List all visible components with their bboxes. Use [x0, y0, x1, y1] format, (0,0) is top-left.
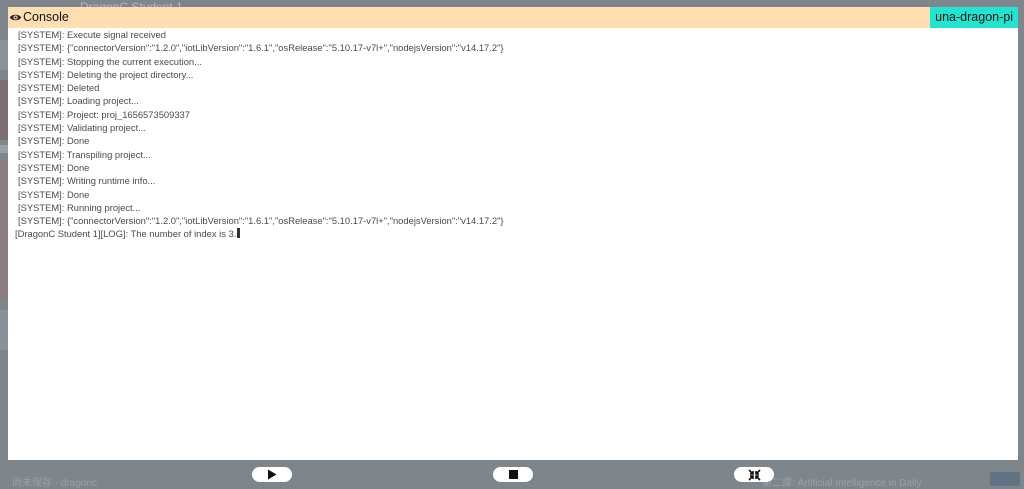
shrink-icon	[747, 468, 761, 481]
log-line-text: [DragonC Student 1][LOG]: The number of …	[15, 228, 237, 240]
stop-icon	[508, 470, 518, 479]
log-line: [SYSTEM]: Deleting the project directory…	[18, 68, 194, 80]
console-log[interactable]: [SYSTEM]: Execute signal received [SYSTE…	[8, 28, 1018, 460]
run-button[interactable]	[252, 467, 292, 482]
log-line: [SYSTEM]: Done	[18, 161, 90, 173]
log-line: [SYSTEM]: {"connectorVersion":"1.2.0","i…	[18, 42, 504, 54]
control-bar: 尚未保存 · dragonc 第二課: Artificial Intellige…	[0, 460, 1024, 489]
console-header: Console una-dragon-pi	[8, 7, 1018, 28]
stop-button[interactable]	[493, 467, 533, 482]
footer-left-text: 尚未保存 · dragonc	[12, 478, 98, 489]
log-line: [SYSTEM]: Done	[18, 188, 90, 200]
corner-widget	[990, 472, 1020, 486]
log-line: [SYSTEM]: Validating project...	[18, 122, 147, 134]
footer-right-text: 第二課: Artificial Intelligence in Daily	[762, 478, 922, 489]
device-badge[interactable]: una-dragon-pi	[930, 7, 1018, 28]
minimize-console-button[interactable]	[734, 467, 774, 482]
log-line: [SYSTEM]: Deleted	[18, 82, 100, 94]
log-line: [SYSTEM]: Writing runtime info...	[18, 175, 156, 187]
log-line: [SYSTEM]: Execute signal received	[18, 29, 166, 40]
log-line: [SYSTEM]: Running project...	[18, 201, 141, 213]
log-line-user: [DragonC Student 1][LOG]: The number of …	[8, 227, 1018, 240]
log-line: [SYSTEM]: Transpiling project...	[18, 148, 151, 160]
console-dialog: Console una-dragon-pi [SYSTEM]: Execute …	[8, 7, 1018, 460]
log-line: [SYSTEM]: Loading project...	[18, 95, 139, 107]
log-line: [SYSTEM]: {"connectorVersion":"1.2.0","i…	[18, 215, 504, 227]
play-icon	[268, 469, 277, 480]
console-title: Console	[23, 10, 69, 24]
eye-icon	[9, 14, 22, 21]
log-line: [SYSTEM]: Stopping the current execution…	[18, 55, 202, 67]
text-cursor	[237, 228, 241, 239]
background-sidebar	[0, 40, 8, 460]
log-line: [SYSTEM]: Project: proj_1656573509337	[18, 108, 190, 120]
log-line: [SYSTEM]: Done	[18, 135, 90, 147]
